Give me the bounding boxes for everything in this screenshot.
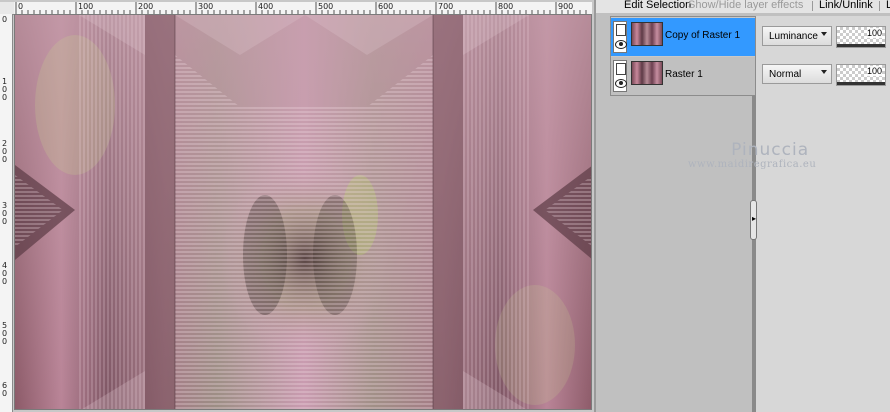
ruler-ticks (15, 2, 587, 14)
opacity-slider[interactable]: 100 (836, 26, 886, 48)
eye-icon (615, 40, 627, 49)
ruler-tick-label: 6 0 (2, 381, 8, 398)
vertical-ruler: 0 1 0 0 2 0 0 3 0 0 4 0 0 5 0 0 6 0 (0, 14, 13, 412)
chevron-down-icon (821, 32, 827, 36)
ruler-tick-label: 5 0 0 (2, 321, 8, 346)
layers-palette: Edit Selection Show/Hide layer effects L… (594, 0, 890, 412)
visibility-toggle[interactable] (613, 60, 627, 92)
opacity-bar (837, 44, 885, 47)
blend-mode-value: Luminance (769, 31, 818, 42)
show-hide-layer-effects-button[interactable]: Show/Hide layer effects (688, 0, 803, 11)
opacity-bar (837, 82, 885, 85)
artwork (15, 15, 591, 409)
ruler-tick-label: 1 0 0 (2, 77, 8, 102)
layer-row-raster-1[interactable]: Raster 1 (611, 57, 755, 95)
chevron-right-icon: ▸ (752, 214, 757, 223)
ruler-tick-label: 3 0 0 (2, 201, 8, 226)
layers-toolbar: Edit Selection Show/Hide layer effects L… (596, 0, 890, 13)
eye-icon (615, 79, 627, 88)
image-canvas[interactable] (14, 14, 592, 410)
collapse-handle[interactable]: ▸ (750, 200, 757, 240)
layer-name[interactable]: Copy of Raster 1 (665, 30, 740, 41)
canvas-area[interactable]: 0 100 200 300 400 500 600 700 800 900 0 … (0, 0, 594, 412)
layer-list: Copy of Raster 1 Raster 1 (610, 16, 756, 96)
link-unlink-button[interactable]: Link/Unlink (819, 0, 873, 11)
layer-document-icon (616, 24, 626, 36)
opacity-value: 100 (866, 28, 882, 38)
layer-name[interactable]: Raster 1 (665, 69, 703, 80)
opacity-slider[interactable]: 100 (836, 64, 886, 86)
layer-thumbnail (631, 61, 663, 85)
chevron-down-icon (821, 70, 827, 74)
blend-mode-dropdown[interactable]: Normal (762, 64, 832, 84)
visibility-toggle[interactable] (613, 21, 627, 53)
ruler-tick-label: 0 (2, 15, 8, 24)
ruler-tick-label: 4 0 0 (2, 261, 8, 286)
toolbar-separator (879, 1, 880, 11)
opacity-value: 100 (866, 66, 882, 76)
layer-row-copy-of-raster-1[interactable]: Copy of Raster 1 (611, 18, 755, 56)
layer-document-icon (616, 63, 626, 75)
blend-mode-dropdown[interactable]: Luminance (762, 26, 832, 46)
layer-thumbnail (631, 22, 663, 46)
toolbar-overflow-label[interactable]: L (886, 0, 890, 11)
edit-selection-button[interactable]: Edit Selection (624, 0, 691, 11)
blend-mode-value: Normal (769, 69, 802, 80)
toolbar-separator (812, 1, 813, 11)
ruler-tick-label: 2 0 0 (2, 139, 8, 164)
